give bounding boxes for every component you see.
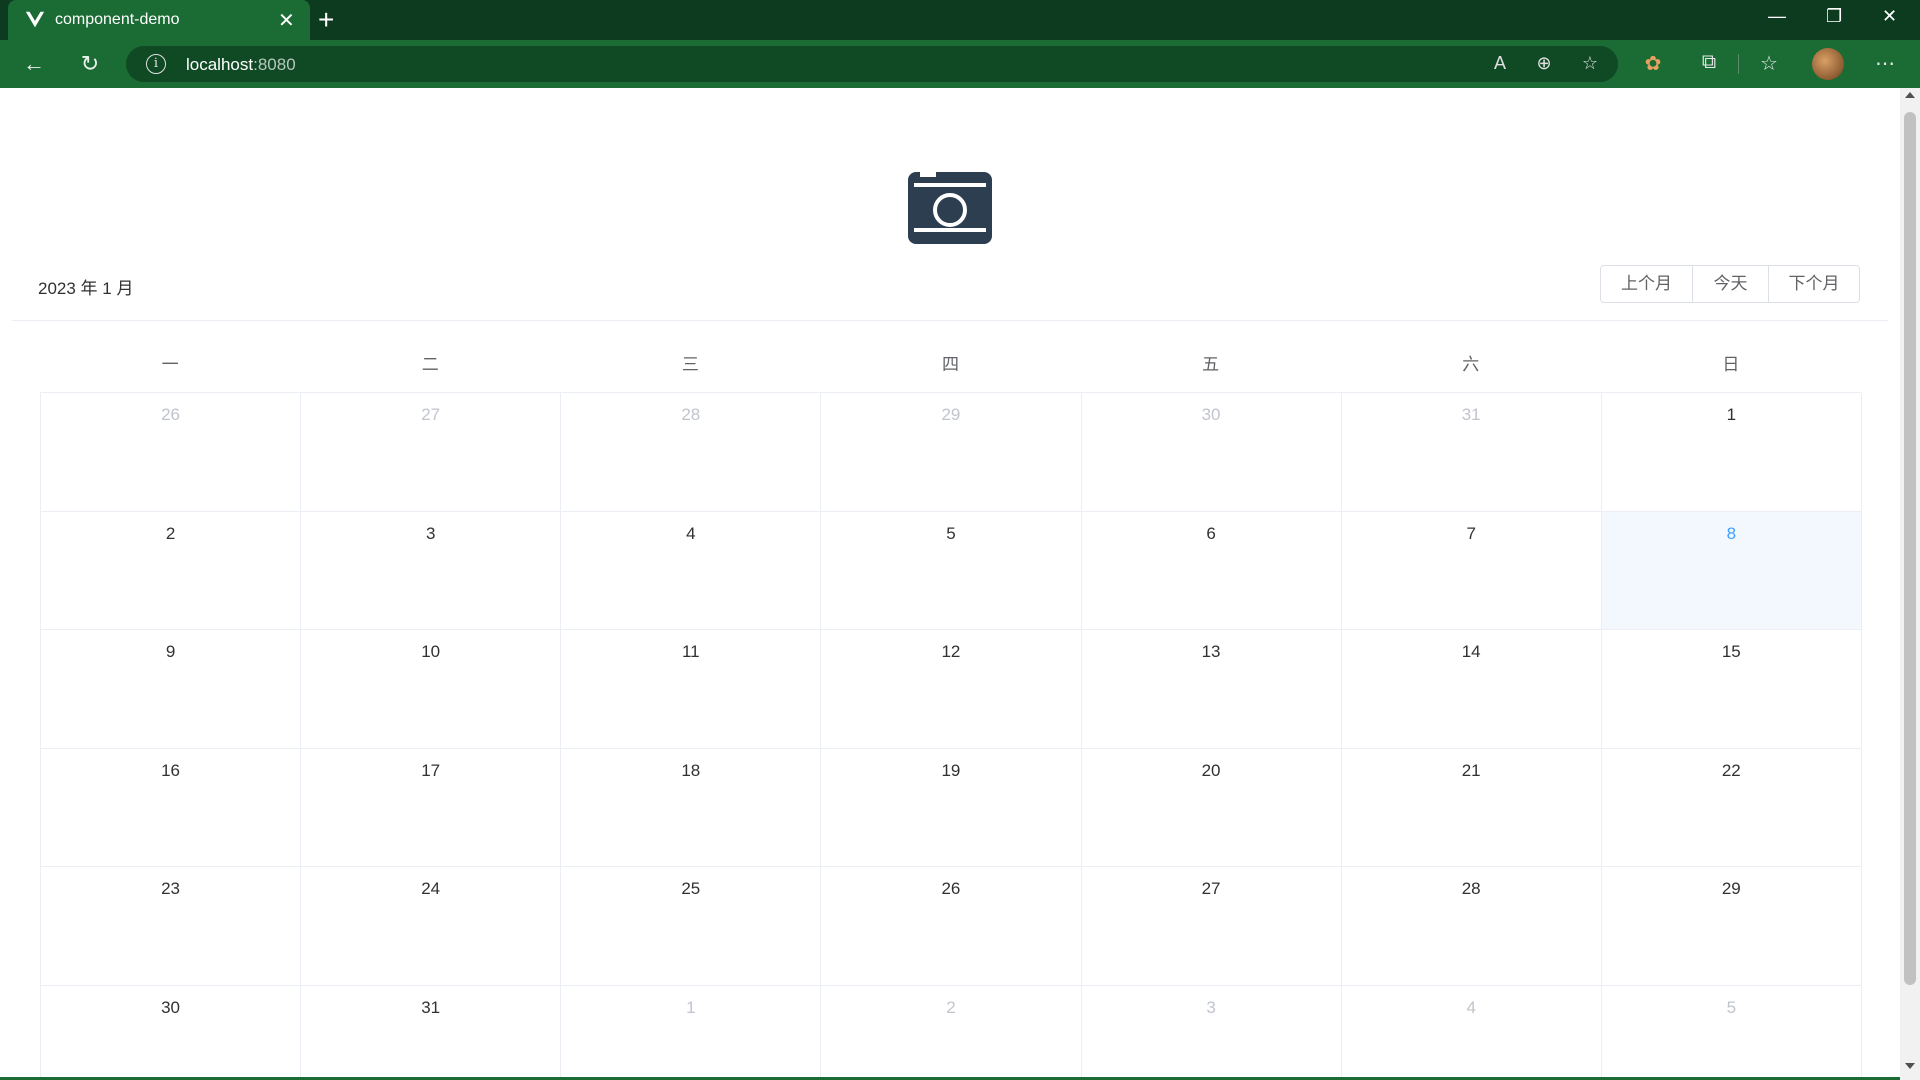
add-favorite-icon[interactable]: ☆ (1578, 53, 1602, 77)
calendar-week-row: 16 17 18 19 20 21 22 (41, 748, 1862, 867)
calendar-day[interactable]: 4 (1342, 985, 1602, 1077)
weekday-header: 日 (1722, 355, 1740, 374)
toolbar-divider (1738, 54, 1739, 74)
weekday-header: 二 (421, 355, 439, 374)
calendar-day[interactable]: 31 (1341, 393, 1602, 512)
calendar-day[interactable]: 9 (41, 630, 302, 749)
calendar-day[interactable]: 11 (561, 630, 822, 749)
calendar-week-row: 26 27 28 29 30 31 1 (41, 393, 1862, 512)
calendar-day[interactable]: 29 (821, 393, 1082, 512)
calendar-day[interactable]: 12 (821, 630, 1082, 749)
calendar-day[interactable]: 30 (1081, 393, 1342, 512)
calendar-day[interactable]: 2 (821, 985, 1082, 1077)
calendar-day[interactable]: 21 (1341, 748, 1602, 867)
camera-icon (908, 172, 992, 244)
calendar-weeks: 26 27 28 29 30 31 1 2 3 4 5 6 7 8 9 10 11 12 13 14 15 16 17 18 1… (40, 392, 1862, 1077)
calendar-week-row: 30 31 1 2 3 4 5 (41, 985, 1862, 1077)
calendar-day[interactable]: 7 (1341, 511, 1602, 630)
scrollbar-thumb[interactable] (1904, 112, 1916, 985)
browser-toolbar: ← ↻ i localhost:8080 A ⊕ ☆ ✿ ⧉ ☆ ⋯ (0, 40, 1920, 88)
browser-tab-strip: component-demo ✕ + — ❐ ✕ (0, 0, 1920, 40)
favorites-icon[interactable]: ☆ (1756, 51, 1782, 77)
new-tab-icon[interactable]: + (318, 4, 334, 36)
calendar-day[interactable]: 26 (821, 867, 1082, 986)
site-info-icon[interactable]: i (146, 54, 166, 74)
calendar-day[interactable]: 23 (41, 867, 302, 986)
today-button[interactable]: 今天 (1692, 266, 1768, 302)
calendar-grid: 一 二 三 四 五 六 日 26 27 28 29 30 31 1 2 3 4 5 6 7 8 9 10 11 1… (40, 338, 1862, 1077)
zoom-icon[interactable]: ⊕ (1532, 53, 1556, 77)
calendar-day[interactable]: 27 (1081, 867, 1342, 986)
calendar-day[interactable]: 1 (1601, 393, 1862, 512)
browser-tab[interactable]: component-demo ✕ (8, 0, 310, 40)
read-aloud-icon[interactable]: A (1488, 53, 1512, 77)
next-month-button[interactable]: 下个月 (1768, 266, 1859, 302)
calendar-day[interactable]: 13 (1081, 630, 1342, 749)
window-close-icon[interactable]: ✕ (1882, 6, 1897, 27)
close-tab-icon[interactable]: ✕ (278, 8, 295, 33)
calendar-week-row: 23 24 25 26 27 28 29 (41, 867, 1862, 986)
calendar-day[interactable]: 27 (301, 393, 562, 512)
calendar-day[interactable]: 29 (1601, 867, 1862, 986)
calendar-day[interactable]: 14 (1341, 630, 1602, 749)
calendar-day[interactable]: 15 (1601, 630, 1862, 749)
more-menu-icon[interactable]: ⋯ (1872, 51, 1898, 77)
page-content: 2023 年 1 月 上个月 今天 下个月 一 二 三 四 五 六 日 26 27… (0, 88, 1900, 1077)
reload-icon[interactable]: ↻ (74, 48, 106, 80)
calendar-day[interactable]: 17 (301, 748, 562, 867)
weekday-header: 一 (161, 355, 179, 374)
calendar-title: 2023 年 1 月 (38, 279, 134, 298)
calendar-day[interactable]: 30 (41, 985, 302, 1077)
calendar-day[interactable]: 19 (821, 748, 1082, 867)
vue-logo-icon (25, 11, 45, 28)
calendar-day[interactable]: 20 (1081, 748, 1342, 867)
page-scrollbar[interactable] (1900, 88, 1920, 1080)
url-text: localhost:8080 (186, 55, 296, 74)
calendar-day[interactable]: 18 (561, 748, 822, 867)
calendar-day[interactable]: 5 (821, 511, 1082, 630)
calendar-day[interactable]: 2 (41, 511, 302, 630)
profile-avatar[interactable] (1812, 48, 1844, 80)
calendar-day[interactable]: 28 (561, 393, 822, 512)
tab-title: component-demo (55, 11, 180, 28)
restore-icon[interactable]: ❐ (1826, 6, 1842, 27)
calendar-day[interactable]: 25 (561, 867, 822, 986)
scroll-up-arrow-icon[interactable] (1905, 92, 1915, 98)
weekday-header: 四 (941, 355, 959, 374)
minimize-icon[interactable]: — (1768, 6, 1786, 27)
weekday-header: 五 (1202, 355, 1220, 374)
weekday-header: 三 (681, 355, 699, 374)
calendar-day[interactable]: 22 (1601, 748, 1862, 867)
prev-month-button[interactable]: 上个月 (1601, 266, 1692, 302)
calendar-week-row: 9 10 11 12 13 14 15 (41, 630, 1862, 749)
calendar-day[interactable]: 3 (1082, 985, 1342, 1077)
calendar-day[interactable]: 26 (41, 393, 302, 512)
calendar-day[interactable]: 31 (301, 985, 562, 1077)
calendar-day[interactable]: 6 (1081, 511, 1342, 630)
extensions-icon[interactable]: ⧉ (1696, 51, 1722, 77)
calendar-day[interactable]: 16 (41, 748, 302, 867)
calendar-day-today[interactable]: 8 (1601, 511, 1862, 630)
month-nav-buttons: 上个月 今天 下个月 (1600, 265, 1860, 303)
calendar-day[interactable]: 24 (301, 867, 562, 986)
weekday-header-row: 一 二 三 四 五 六 日 (40, 338, 1861, 392)
weekday-header: 六 (1462, 355, 1480, 374)
calendar-day[interactable]: 10 (301, 630, 562, 749)
header-divider (12, 320, 1888, 321)
cookie-extension-icon[interactable]: ✿ (1640, 51, 1666, 77)
calendar-day[interactable]: 28 (1341, 867, 1602, 986)
scroll-down-arrow-icon[interactable] (1905, 1063, 1915, 1069)
calendar-week-row: 2345678 (41, 511, 1862, 630)
back-arrow-icon[interactable]: ← (18, 48, 50, 80)
address-bar[interactable]: i localhost:8080 A ⊕ ☆ (126, 46, 1618, 82)
calendar-day[interactable]: 4 (561, 511, 822, 630)
calendar-day[interactable]: 1 (561, 985, 822, 1077)
calendar-day[interactable]: 3 (301, 511, 562, 630)
calendar-day[interactable]: 5 (1602, 985, 1862, 1077)
